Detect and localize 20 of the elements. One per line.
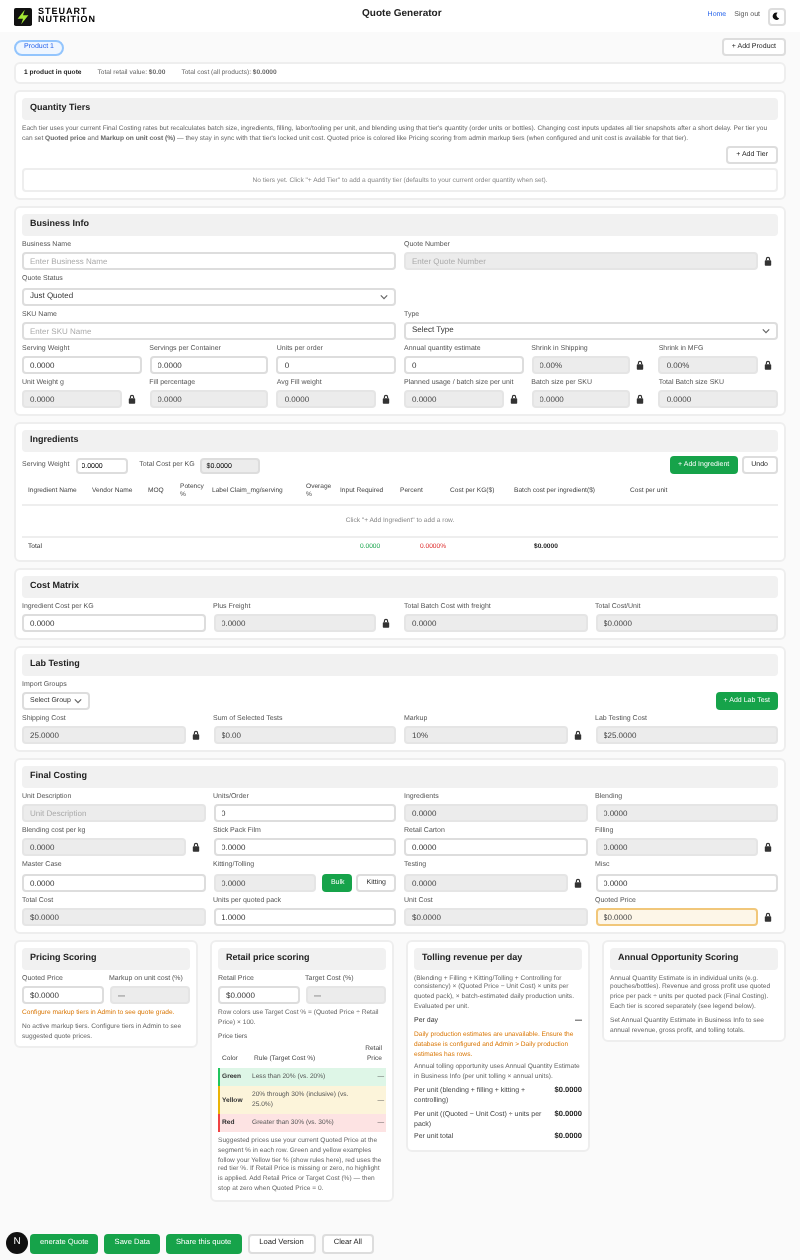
lock-icon [573,730,581,741]
chevron-icon [762,327,770,334]
lock-icon [636,394,645,405]
chevron-icon [380,293,388,300]
lock-icon [191,730,199,741]
lock-icon [764,256,772,267]
lock-icon [382,394,390,405]
lock-icon [764,911,772,922]
lock-icon [127,394,136,405]
chevron-icon [74,697,82,704]
lock-icon [191,842,199,853]
lock-icon [764,842,772,853]
logo-icon [14,7,32,25]
lock-icon [636,360,645,371]
lock-icon [764,360,772,371]
theme-toggle-button[interactable] [767,7,786,25]
lock-icon [573,877,581,888]
lock-icon [509,394,518,405]
lock-icon [382,617,390,628]
moon-icon [772,12,781,20]
